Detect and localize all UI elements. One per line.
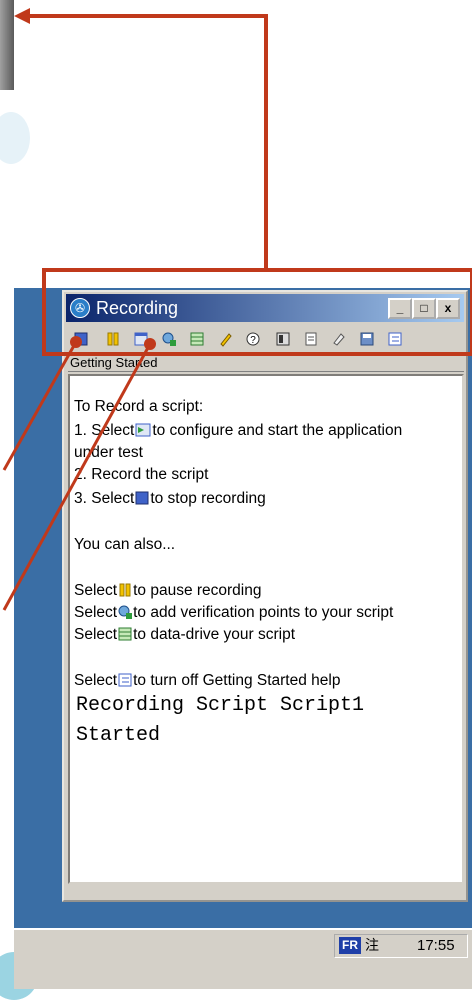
stop-pointer-line (2, 341, 78, 471)
insert-pointer-dot (144, 338, 156, 350)
top-arrowhead (14, 8, 30, 24)
annotation-arrows (2, 8, 268, 611)
stop-pointer-dot (70, 336, 82, 348)
insert-pointer-line (2, 343, 152, 611)
top-connector-line (28, 14, 268, 268)
